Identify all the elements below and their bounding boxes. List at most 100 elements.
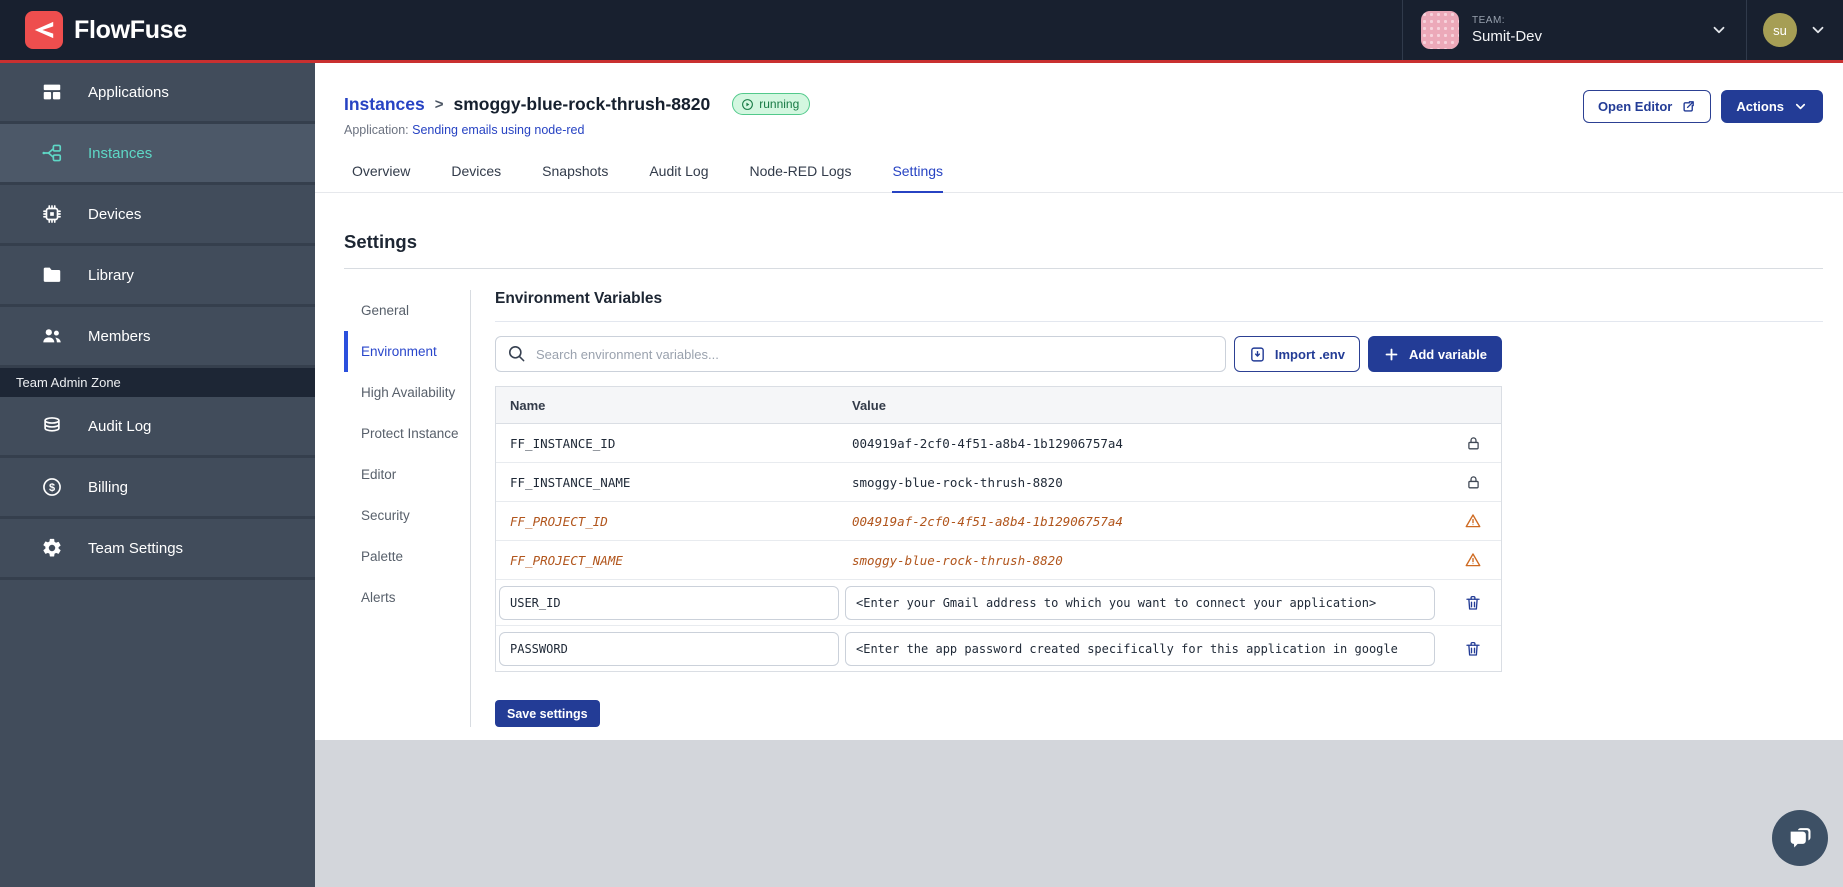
audit-log-icon xyxy=(44,417,60,432)
sidebar-item-label: Billing xyxy=(88,478,129,496)
applications-icon xyxy=(43,84,61,100)
subnav-palette[interactable]: Palette xyxy=(344,536,470,577)
sidebar-item-members[interactable]: Members xyxy=(0,307,315,368)
sidebar-item-devices[interactable]: Devices xyxy=(0,185,315,246)
env-name-input[interactable] xyxy=(499,631,839,666)
title-divider xyxy=(344,268,1823,269)
delete-variable-button[interactable] xyxy=(1445,640,1501,658)
play-circle-icon xyxy=(742,98,754,110)
user-menu[interactable]: su xyxy=(1746,0,1843,60)
page-footer-area xyxy=(315,740,1843,887)
add-variable-button[interactable]: Add variable xyxy=(1367,336,1502,372)
brand-name: FlowFuse xyxy=(74,15,187,44)
instance-tabs: Overview Devices Snapshots Audit Log Nod… xyxy=(315,163,1843,193)
team-label: TEAM: xyxy=(1472,15,1506,26)
svg-text:$: $ xyxy=(49,482,55,494)
application-line: Application: Sending emails using node-r… xyxy=(344,123,1823,137)
subnav-environment[interactable]: Environment xyxy=(344,331,470,372)
status-badge: running xyxy=(732,93,811,115)
column-header-value: Value xyxy=(852,397,886,413)
sidebar-item-label: Applications xyxy=(88,83,169,101)
document-download-icon xyxy=(1251,346,1264,362)
members-icon xyxy=(43,329,61,343)
external-link-icon xyxy=(1683,101,1695,112)
search-icon xyxy=(508,345,525,362)
env-value: 004919af-2cf0-4f51-a8b4-1b12906757a4 xyxy=(852,513,1123,529)
accent-divider xyxy=(0,60,1843,63)
save-settings-button[interactable]: Save settings xyxy=(495,700,600,727)
page-title: Settings xyxy=(344,231,417,252)
chat-icon xyxy=(1790,828,1811,848)
settings-subnav: General Environment High Availability Pr… xyxy=(344,290,471,727)
settings-section: Settings General Environment High Availa… xyxy=(315,193,1843,727)
sidebar-item-label: Library xyxy=(88,266,134,284)
subnav-editor[interactable]: Editor xyxy=(344,454,470,495)
table-row xyxy=(496,580,1501,626)
actions-label: Actions xyxy=(1736,99,1784,114)
table-row xyxy=(496,626,1501,671)
import-env-label: Import .env xyxy=(1274,346,1345,362)
env-name: FF_INSTANCE_ID xyxy=(510,435,616,451)
chevron-down-icon xyxy=(1795,103,1806,110)
sidebar-item-label: Devices xyxy=(88,205,142,223)
team-avatar xyxy=(1421,11,1459,49)
main-content: Instances > smoggy-blue-rock-thrush-8820… xyxy=(315,63,1843,740)
subnav-general[interactable]: General xyxy=(344,290,470,331)
billing-icon: $ xyxy=(43,478,61,496)
trash-icon xyxy=(1466,641,1480,656)
lock-icon xyxy=(1445,474,1501,491)
tab-snapshots[interactable]: Snapshots xyxy=(542,163,608,192)
sidebar-item-label: Instances xyxy=(88,144,153,162)
table-header: Name Value xyxy=(496,387,1501,424)
team-selector[interactable]: TEAM: Sumit-Dev xyxy=(1402,0,1746,60)
team-name: Sumit-Dev xyxy=(1472,28,1543,45)
tab-overview[interactable]: Overview xyxy=(352,163,410,192)
import-env-button[interactable]: Import .env xyxy=(1233,336,1360,372)
sidebar-item-instances[interactable]: Instances xyxy=(0,124,315,185)
flowfuse-home-link[interactable]: FlowFuse xyxy=(0,11,187,49)
application-link[interactable]: Sending emails using node-red xyxy=(412,123,584,137)
application-label: Application: xyxy=(344,123,409,137)
tab-settings[interactable]: Settings xyxy=(892,163,944,193)
warning-icon xyxy=(1445,551,1501,569)
column-header-name: Name xyxy=(510,397,546,413)
sidebar-item-team-settings[interactable]: Team Settings xyxy=(0,519,315,580)
team-admin-zone-label: Team Admin Zone xyxy=(0,368,315,397)
subnav-high-availability[interactable]: High Availability xyxy=(344,372,470,413)
env-value: smoggy-blue-rock-thrush-8820 xyxy=(852,474,1063,490)
breadcrumb-instances-link[interactable]: Instances xyxy=(344,94,425,115)
table-row: FF_PROJECT_ID 004919af-2cf0-4f51-a8b4-1b… xyxy=(496,502,1501,541)
subnav-protect-instance[interactable]: Protect Instance xyxy=(344,413,470,454)
search-input[interactable] xyxy=(495,336,1226,372)
env-value-input[interactable] xyxy=(845,585,1435,620)
sidebar-item-audit-log[interactable]: Audit Log xyxy=(0,397,315,458)
env-value-input[interactable] xyxy=(845,631,1435,666)
sidebar: Applications Instances Devices Library M… xyxy=(0,63,315,887)
env-name: FF_PROJECT_ID xyxy=(510,513,608,529)
sidebar-item-billing[interactable]: $ Billing xyxy=(0,458,315,519)
subnav-security[interactable]: Security xyxy=(344,495,470,536)
open-editor-label: Open Editor xyxy=(1597,99,1673,114)
gear-icon xyxy=(43,538,61,557)
subnav-alerts[interactable]: Alerts xyxy=(344,577,470,618)
table-row: FF_PROJECT_NAME smoggy-blue-rock-thrush-… xyxy=(496,541,1501,580)
trash-icon xyxy=(1466,595,1480,610)
status-badge-label: running xyxy=(759,97,800,111)
instance-name: smoggy-blue-rock-thrush-8820 xyxy=(453,93,711,114)
open-editor-button[interactable]: Open Editor xyxy=(1582,90,1712,123)
header-buttons: Open Editor Actions xyxy=(1582,90,1823,123)
chat-widget-button[interactable] xyxy=(1772,810,1828,866)
env-name-input[interactable] xyxy=(499,585,839,620)
team-meta: TEAM: Sumit-Dev xyxy=(1472,15,1542,45)
tab-node-red-logs[interactable]: Node-RED Logs xyxy=(750,163,852,192)
tab-audit-log[interactable]: Audit Log xyxy=(649,163,708,192)
library-icon xyxy=(43,267,61,282)
tab-devices[interactable]: Devices xyxy=(451,163,501,192)
chevron-down-icon xyxy=(1809,21,1827,39)
delete-variable-button[interactable] xyxy=(1445,594,1501,612)
search-box xyxy=(495,336,1226,372)
actions-button[interactable]: Actions xyxy=(1721,90,1823,123)
table-row: FF_INSTANCE_NAME smoggy-blue-rock-thrush… xyxy=(496,463,1501,502)
sidebar-item-applications[interactable]: Applications xyxy=(0,63,315,124)
sidebar-item-library[interactable]: Library xyxy=(0,246,315,307)
